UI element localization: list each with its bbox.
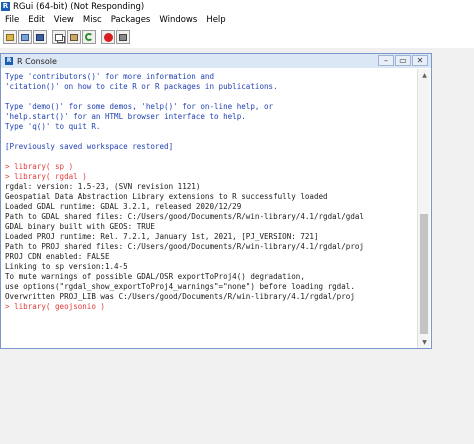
console-line: Geospatial Data Abstraction Library exte… bbox=[5, 192, 328, 201]
console-line: Path to PROJ shared files: C:/Users/good… bbox=[5, 242, 364, 251]
console-title: R Console bbox=[17, 56, 57, 66]
r-app-icon: R bbox=[1, 2, 10, 11]
console-line: 'help.start()' for an HTML browser inter… bbox=[5, 112, 246, 121]
copy-icon bbox=[55, 33, 63, 41]
scroll-up-arrow-icon[interactable]: ▲ bbox=[418, 69, 431, 81]
save-workspace-icon bbox=[36, 33, 44, 41]
console-line: Linking to sp version:1.4-5 bbox=[5, 262, 128, 271]
window-titlebar: R RGui (64-bit) (Not Responding) bbox=[0, 0, 474, 13]
console-line: > library( sp ) bbox=[5, 162, 74, 171]
console-line: To mute warnings of possible GDAL/OSR ex… bbox=[5, 272, 305, 281]
load-workspace-icon bbox=[21, 33, 29, 41]
stop-button[interactable] bbox=[101, 30, 115, 44]
load-workspace-button[interactable] bbox=[18, 30, 32, 44]
console-line: Path to GDAL shared files: C:/Users/good… bbox=[5, 212, 364, 221]
console-window-controls: – ▭ ✕ bbox=[377, 55, 428, 66]
console-scrollbar[interactable]: ▲ ▼ bbox=[417, 69, 430, 348]
menu-view[interactable]: View bbox=[54, 15, 74, 25]
console-output[interactable]: Type 'contributors()' for more informati… bbox=[5, 72, 415, 348]
copy-paste-button[interactable] bbox=[82, 30, 96, 44]
window-title: RGui (64-bit) (Not Responding) bbox=[13, 1, 145, 12]
print-button[interactable] bbox=[116, 30, 130, 44]
paste-button[interactable] bbox=[67, 30, 81, 44]
console-line: PROJ CDN enabled: FALSE bbox=[5, 252, 110, 261]
copy-button[interactable] bbox=[52, 30, 66, 44]
stop-icon bbox=[103, 32, 113, 42]
menu-help[interactable]: Help bbox=[206, 15, 225, 25]
console-titlebar[interactable]: R R Console – ▭ ✕ bbox=[1, 54, 431, 68]
console-line: 'citation()' on how to cite R or R packa… bbox=[5, 82, 278, 91]
console-line: use options("rgdal_show_exportToProj4_wa… bbox=[5, 282, 355, 291]
console-line: GDAL binary built with GEOS: TRUE bbox=[5, 222, 155, 231]
scrollbar-thumb[interactable] bbox=[420, 214, 428, 334]
close-button[interactable]: ✕ bbox=[412, 55, 428, 66]
menu-misc[interactable]: Misc bbox=[83, 15, 102, 25]
console-line: > library( rgdal ) bbox=[5, 172, 87, 181]
paste-icon bbox=[70, 33, 78, 41]
open-script-button[interactable] bbox=[3, 30, 17, 44]
open-script-icon bbox=[6, 33, 14, 41]
menu-bar: File Edit View Misc Packages Windows Hel… bbox=[0, 13, 474, 27]
console-line: rgdal: version: 1.5-23, (SVN revision 11… bbox=[5, 182, 201, 191]
print-icon bbox=[119, 33, 127, 41]
console-line: Type 'contributors()' for more informati… bbox=[5, 72, 215, 81]
copy-paste-icon bbox=[85, 33, 93, 41]
console-line: Loaded GDAL runtime: GDAL 3.2.1, release… bbox=[5, 202, 242, 211]
save-workspace-button[interactable] bbox=[33, 30, 47, 44]
restore-button[interactable]: ▭ bbox=[395, 55, 411, 66]
menu-packages[interactable]: Packages bbox=[111, 15, 151, 25]
console-line: Type 'q()' to quit R. bbox=[5, 122, 101, 131]
console-line: Type 'demo()' for some demos, 'help()' f… bbox=[5, 102, 274, 111]
console-line: Overwritten PROJ_LIB was C:/Users/good/D… bbox=[5, 292, 355, 301]
scroll-down-arrow-icon[interactable]: ▼ bbox=[418, 336, 431, 348]
menu-file[interactable]: File bbox=[5, 15, 19, 25]
toolbar bbox=[0, 28, 474, 46]
r-console-window[interactable]: R R Console – ▭ ✕ Type 'contributors()' … bbox=[0, 53, 432, 349]
console-line: [Previously saved workspace restored] bbox=[5, 142, 174, 151]
menu-windows[interactable]: Windows bbox=[159, 15, 197, 25]
minimize-button[interactable]: – bbox=[378, 55, 394, 66]
console-line: > library( geojsonio ) bbox=[5, 302, 105, 311]
console-line: Loaded PROJ runtime: Rel. 7.2.1, January… bbox=[5, 232, 319, 241]
menu-edit[interactable]: Edit bbox=[28, 15, 44, 25]
r-console-icon: R bbox=[5, 57, 13, 65]
